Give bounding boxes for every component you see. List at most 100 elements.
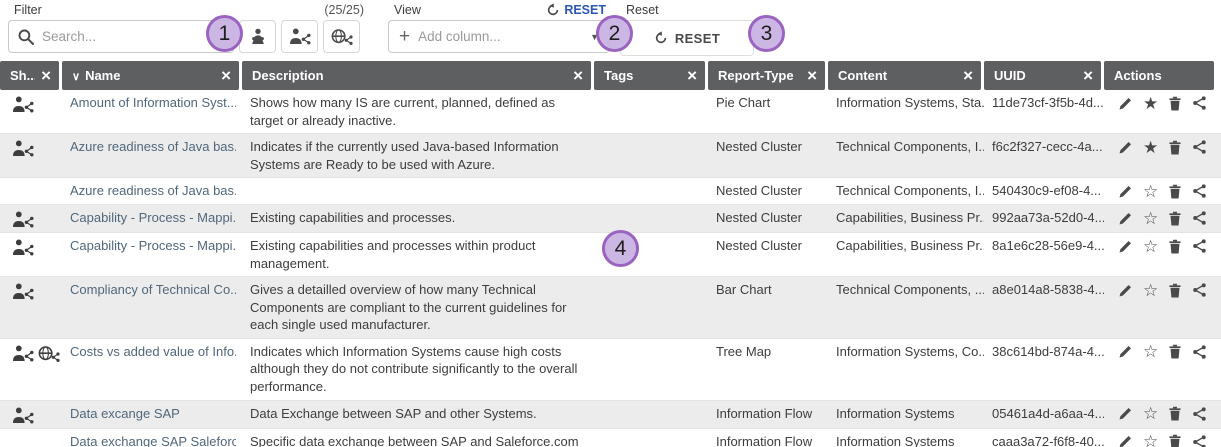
edit-icon[interactable] <box>1118 343 1133 361</box>
edit-icon[interactable] <box>1118 138 1133 156</box>
share-icon[interactable] <box>1192 343 1207 361</box>
close-icon[interactable]: × <box>1077 67 1093 84</box>
favorite-star-icon[interactable]: ☆ <box>1143 405 1158 423</box>
share-icon[interactable] <box>1192 405 1207 423</box>
report-name-link[interactable]: Data excange SAP <box>70 405 236 423</box>
report-description: Indicates if the currently used Java-bas… <box>242 134 594 177</box>
report-name-link[interactable]: Azure readiness of Java bas... <box>70 182 236 200</box>
report-description: Shows how many IS are current, planned, … <box>242 90 594 133</box>
column-header-tags[interactable]: Tags × <box>594 61 705 90</box>
column-header-name[interactable]: ∨Name × <box>62 61 239 90</box>
edit-icon[interactable] <box>1118 182 1133 200</box>
delete-icon[interactable] <box>1168 209 1182 227</box>
report-name-link[interactable]: Capability - Process - Mappi... <box>70 237 236 255</box>
undo-icon <box>546 3 560 17</box>
share-icon[interactable] <box>1192 433 1207 447</box>
uuid-cell: 8a1e6c28-56e9-4... <box>984 233 1104 276</box>
add-column-select[interactable]: + Add column... ▼ <box>388 20 610 53</box>
share-icon[interactable] <box>1192 138 1207 156</box>
edit-icon[interactable] <box>1118 209 1133 227</box>
person-share-icon <box>12 211 34 228</box>
favorite-star-icon[interactable]: ☆ <box>1143 281 1158 299</box>
delete-icon[interactable] <box>1168 138 1182 156</box>
delete-icon[interactable] <box>1168 94 1182 112</box>
favorite-star-icon[interactable]: ★ <box>1143 138 1158 156</box>
edit-icon[interactable] <box>1118 433 1133 447</box>
favorite-star-icon[interactable]: ☆ <box>1143 182 1158 200</box>
annotation-marker-1: 1 <box>206 15 243 52</box>
view-label: View <box>394 3 421 17</box>
actions-cell: ☆ <box>1104 205 1221 232</box>
favorite-star-icon[interactable]: ☆ <box>1143 209 1158 227</box>
search-input[interactable] <box>42 29 225 44</box>
delete-icon[interactable] <box>1168 405 1182 423</box>
column-header-description[interactable]: Description × <box>242 61 591 90</box>
table-row: Azure readiness of Java bas... Nested Clu… <box>0 178 1221 205</box>
delete-icon[interactable] <box>1168 237 1182 255</box>
delete-icon[interactable] <box>1168 182 1182 200</box>
report-name-link[interactable]: Costs vs added value of Info... <box>70 343 236 361</box>
shared-cell <box>0 205 62 232</box>
actions-cell: ☆ <box>1104 401 1221 428</box>
annotation-marker-4: 4 <box>602 230 639 267</box>
report-description: Data Exchange between SAP and other Syst… <box>242 401 594 428</box>
edit-icon[interactable] <box>1118 237 1133 255</box>
reset-panel: RESET <box>620 20 754 56</box>
report-type-cell: Nested Cluster <box>708 178 828 204</box>
close-icon[interactable]: × <box>567 67 583 84</box>
column-header-report-type[interactable]: Report-Type × <box>708 61 825 90</box>
tags-cell <box>594 205 708 232</box>
report-name-link[interactable]: Compliancy of Technical Co... <box>70 281 236 299</box>
view-reset-link[interactable]: RESET <box>546 3 606 17</box>
report-name-link[interactable]: Azure readiness of Java bas... <box>70 138 236 156</box>
favorite-star-icon[interactable]: ☆ <box>1143 237 1158 255</box>
edit-icon[interactable] <box>1118 281 1133 299</box>
close-icon[interactable]: × <box>215 67 231 84</box>
report-name-link[interactable]: Amount of Information Syst... <box>70 94 236 112</box>
share-icon[interactable] <box>1192 281 1207 299</box>
share-icon[interactable] <box>1192 182 1207 200</box>
delete-icon[interactable] <box>1168 343 1182 361</box>
report-name-link[interactable]: Capability - Process - Mappi... <box>70 209 236 227</box>
column-header-uuid[interactable]: UUID × <box>984 61 1101 90</box>
business-user-filter-button[interactable] <box>239 20 276 53</box>
content-cell: Capabilities, Business Pr... <box>828 205 984 232</box>
edit-icon[interactable] <box>1118 405 1133 423</box>
edit-icon[interactable] <box>1118 94 1133 112</box>
column-header-content[interactable]: Content × <box>828 61 981 90</box>
favorite-star-icon[interactable]: ★ <box>1143 94 1158 112</box>
actions-cell: ☆ <box>1104 233 1221 276</box>
share-icon[interactable] <box>1192 237 1207 255</box>
person-share-icon <box>12 96 34 113</box>
close-icon[interactable]: × <box>681 67 697 84</box>
favorite-star-icon[interactable]: ☆ <box>1143 343 1158 361</box>
reset-group: Reset RESET <box>620 2 754 56</box>
uuid-cell: f6c2f327-cecc-4a... <box>984 134 1104 177</box>
report-name-link[interactable]: Data exchange SAP Saleforce <box>70 433 236 447</box>
shared-cell <box>0 178 62 204</box>
person-share-filter-button[interactable] <box>281 20 318 53</box>
share-icon[interactable] <box>1192 209 1207 227</box>
favorite-star-icon[interactable]: ☆ <box>1143 433 1158 447</box>
tags-cell <box>594 429 708 447</box>
content-cell: Technical Components, I... <box>828 134 984 177</box>
search-box <box>8 20 234 53</box>
content-cell: Capabilities, Business Pr... <box>828 233 984 276</box>
delete-icon[interactable] <box>1168 433 1182 447</box>
name-cell: Data excange SAP <box>62 401 242 428</box>
table-row: Costs vs added value of Info...Indicates… <box>0 339 1221 401</box>
content-cell: Technical Components, I... <box>828 178 984 204</box>
close-icon[interactable]: × <box>35 67 51 84</box>
close-icon[interactable]: × <box>957 67 973 84</box>
globe-share-filter-button[interactable] <box>323 20 360 53</box>
shared-cell <box>0 233 62 276</box>
name-cell: Azure readiness of Java bas... <box>62 178 242 204</box>
close-icon[interactable]: × <box>801 67 817 84</box>
delete-icon[interactable] <box>1168 281 1182 299</box>
shared-cell <box>0 277 62 338</box>
column-header-shared[interactable]: Sh... × <box>0 61 59 90</box>
share-icon[interactable] <box>1192 94 1207 112</box>
undo-icon <box>654 31 668 45</box>
reset-button[interactable]: RESET <box>654 31 720 46</box>
globe-share-icon <box>331 28 353 45</box>
